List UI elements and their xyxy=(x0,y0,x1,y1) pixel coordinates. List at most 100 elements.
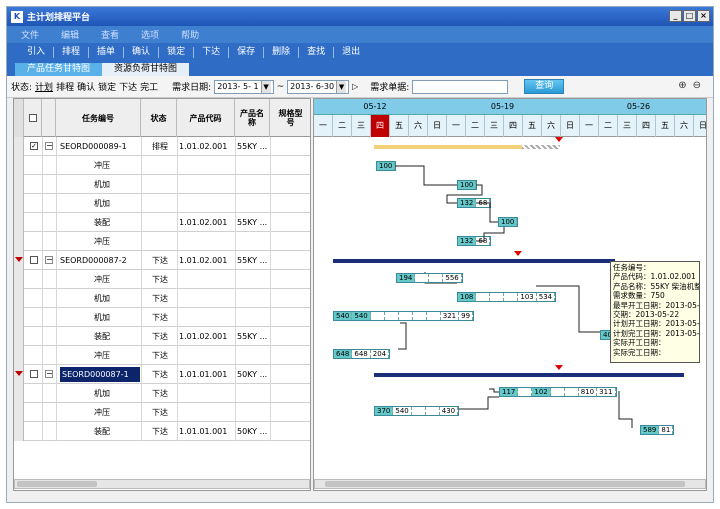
status-cell: 下达 xyxy=(152,408,168,417)
import-button[interactable]: 引入 xyxy=(19,47,55,58)
confirm-button[interactable]: 确认 xyxy=(124,47,160,58)
status-filter-done[interactable]: 完工 xyxy=(140,80,158,93)
column-divider xyxy=(56,270,57,289)
column-divider xyxy=(235,308,236,327)
gantt-horizontal-scrollbar[interactable] xyxy=(314,479,706,489)
header-spec[interactable]: 规格型号 xyxy=(270,99,310,137)
bar-qty xyxy=(385,312,399,320)
table-row[interactable]: 冲压 xyxy=(14,232,310,251)
minimize-button[interactable]: _ xyxy=(669,10,682,22)
table-row[interactable]: 机加 xyxy=(14,194,310,213)
collapse-icon[interactable]: − xyxy=(45,142,53,150)
zoom-out-icon[interactable]: ⊖ xyxy=(693,80,701,91)
task-no-cell: 装配 xyxy=(94,427,110,436)
table-row[interactable]: 机加 xyxy=(14,175,310,194)
header-product-name[interactable]: 产品名称 xyxy=(235,99,270,137)
collapse-icon[interactable]: − xyxy=(45,370,53,378)
task-bar[interactable]: 194 556 xyxy=(396,273,463,283)
tab-resource-gantt[interactable]: 资源负荷甘特图 xyxy=(102,63,190,76)
header-status[interactable]: 状态 xyxy=(141,99,177,137)
column-divider xyxy=(177,403,178,422)
menu-view[interactable]: 查看 xyxy=(101,28,119,41)
window-title: 主计划排程平台 xyxy=(27,13,91,23)
product-name-cell: 55KY ... xyxy=(237,218,268,227)
row-indicator xyxy=(14,194,24,213)
column-divider xyxy=(235,289,236,308)
date-from-select[interactable]: 2013- 5- 1 ▼ xyxy=(214,79,274,94)
summary-bar[interactable] xyxy=(374,373,684,377)
task-bar[interactable]: 648 648 204 xyxy=(333,349,391,359)
table-row[interactable]: 机加 下达 xyxy=(14,308,310,327)
order-input[interactable] xyxy=(412,79,509,94)
gantt-scroll-thumb[interactable] xyxy=(325,481,685,487)
table-row[interactable]: 装配 下达 1.01.02.001 55KY ... xyxy=(14,327,310,346)
column-divider xyxy=(235,365,236,384)
find-button[interactable]: 查找 xyxy=(299,47,335,58)
task-bar[interactable]: 370 540 430 xyxy=(374,406,460,416)
task-bar[interactable]: 589 81 xyxy=(640,425,675,435)
summary-bar[interactable] xyxy=(333,259,615,263)
grid-scroll-thumb[interactable] xyxy=(17,481,97,487)
status-cell: 下达 xyxy=(152,427,168,436)
task-bar[interactable]: 117 102 810 311 xyxy=(499,387,617,397)
schedule-button[interactable]: 排程 xyxy=(54,47,90,58)
table-row[interactable]: 装配 下达 1.01.01.001 50KY ... xyxy=(14,422,310,441)
row-indicator xyxy=(14,384,24,403)
select-all-checkbox[interactable] xyxy=(28,114,37,122)
table-row[interactable]: 冲压 xyxy=(14,156,310,175)
insert-order-button[interactable]: 插单 xyxy=(89,47,125,58)
column-divider xyxy=(141,232,142,251)
table-row[interactable]: ✓ − SEORD000089-1 排程 1.01.02.001 55KY ... xyxy=(14,137,310,156)
menu-options[interactable]: 选项 xyxy=(141,28,159,41)
table-row[interactable]: 机加 下达 xyxy=(14,289,310,308)
column-divider xyxy=(42,403,43,422)
delete-button[interactable]: 删除 xyxy=(264,47,300,58)
table-row[interactable]: − SEORD000087-2 下达 1.01.02.001 55KY ... xyxy=(14,251,310,270)
bar-qty: 534 xyxy=(537,293,556,301)
tab-product-gantt[interactable]: 产品任务甘特图 xyxy=(15,63,103,76)
lock-button[interactable]: 锁定 xyxy=(159,47,195,58)
save-button[interactable]: 保存 xyxy=(229,47,265,58)
column-divider xyxy=(56,175,57,194)
zoom-in-icon[interactable]: ⊕ xyxy=(678,80,686,91)
release-button[interactable]: 下达 xyxy=(194,47,230,58)
query-button[interactable]: 查询 xyxy=(524,79,565,94)
table-row[interactable]: 装配 1.01.02.001 55KY ... xyxy=(14,213,310,232)
date-to-select[interactable]: 2013- 6-30 ▼ xyxy=(287,79,350,94)
bar-qty: 108 xyxy=(458,293,477,301)
header-task-no[interactable]: 任务编号 xyxy=(56,99,141,137)
task-bar[interactable]: 540 540 321 99 xyxy=(333,311,475,321)
task-no-cell: 冲压 xyxy=(94,351,110,360)
task-no-cell: 机加 xyxy=(94,199,110,208)
table-row[interactable]: 冲压 下达 xyxy=(14,270,310,289)
row-checkbox[interactable]: ✓ xyxy=(30,142,38,150)
status-label: 状态: xyxy=(11,83,33,93)
task-bar[interactable]: 108 103 534 xyxy=(457,292,557,302)
table-row[interactable]: 冲压 下达 xyxy=(14,403,310,422)
column-divider xyxy=(177,422,178,441)
tooltip-plan-start: 计划开工日期：2013-05-14 xyxy=(613,319,700,329)
task-tooltip: 任务编号： 产品代码：1.01.02.001 产品名称：55KY 柴油机整机 需… xyxy=(610,261,700,363)
status-filter-confirm[interactable]: 确认 xyxy=(77,80,95,93)
select-all-header[interactable] xyxy=(24,99,42,137)
table-row[interactable]: 冲压 下达 xyxy=(14,346,310,365)
tooltip-earliest-start: 最早开工日期：2013-05-06 xyxy=(613,300,700,310)
row-indicator xyxy=(14,346,24,365)
table-row[interactable]: − SEORD000087-1 下达 1.01.01.001 50KY ... xyxy=(14,365,310,384)
maximize-button[interactable]: □ xyxy=(683,10,696,22)
status-filter-schedule[interactable]: 排程 xyxy=(56,80,74,93)
menu-file[interactable]: 文件 xyxy=(21,28,39,41)
table-row[interactable]: 机加 下达 xyxy=(14,384,310,403)
status-filter-plan[interactable]: 计划 xyxy=(35,80,53,93)
header-product-code[interactable]: 产品代码 xyxy=(177,99,235,137)
menu-help[interactable]: 帮助 xyxy=(181,28,199,41)
grid-horizontal-scrollbar[interactable] xyxy=(14,479,310,489)
row-checkbox[interactable] xyxy=(30,256,38,264)
status-filter-lock[interactable]: 锁定 xyxy=(98,80,116,93)
row-checkbox[interactable] xyxy=(30,370,38,378)
exit-button[interactable]: 退出 xyxy=(334,47,368,58)
menu-edit[interactable]: 编辑 xyxy=(61,28,79,41)
status-filter-release[interactable]: 下达 xyxy=(119,80,137,93)
collapse-icon[interactable]: − xyxy=(45,256,53,264)
close-button[interactable]: × xyxy=(697,10,710,22)
